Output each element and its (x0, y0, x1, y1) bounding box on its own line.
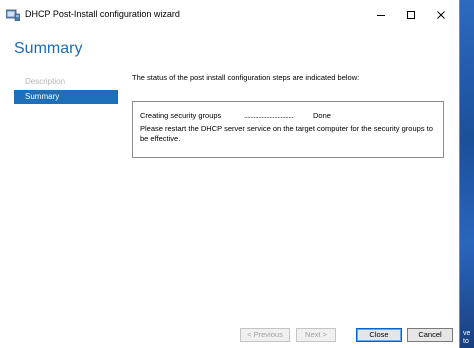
minimize-icon (377, 15, 385, 16)
close-icon (437, 11, 445, 19)
dhcp-app-icon (6, 9, 20, 21)
sidebar-item-summary[interactable]: Summary (14, 90, 118, 104)
restart-message: Please restart the DHCP server service o… (140, 124, 433, 143)
page-title: Summary (14, 40, 83, 57)
wizard-window: DHCP Post-Install configuration wizard S… (0, 0, 460, 348)
window-title: DHCP Post-Install configuration wizard (25, 9, 180, 19)
desktop-background (460, 0, 474, 348)
step-status: Done (313, 111, 331, 120)
maximize-icon (407, 11, 415, 19)
close-window-button[interactable] (426, 0, 456, 30)
wizard-steps-sidebar: Description Summary (14, 75, 118, 105)
step-dots: ............................... (244, 111, 294, 120)
sidebar-item-description: Description (25, 77, 66, 86)
minimize-button[interactable] (366, 0, 396, 30)
cancel-button[interactable]: Cancel (407, 328, 453, 342)
status-box: Creating security groups ...............… (132, 101, 444, 158)
background-text-2: to (463, 338, 469, 345)
title-bar[interactable]: DHCP Post-Install configuration wizard (0, 0, 459, 30)
next-button[interactable]: Next > (296, 328, 336, 342)
step-row: Creating security groups ...............… (140, 111, 440, 121)
status-intro-text: The status of the post install configura… (132, 73, 360, 82)
maximize-button[interactable] (396, 0, 426, 30)
background-text-1: ve (463, 330, 471, 337)
step-name: Creating security groups (140, 111, 222, 120)
previous-button[interactable]: < Previous (240, 328, 290, 342)
close-button[interactable]: Close (356, 328, 402, 342)
